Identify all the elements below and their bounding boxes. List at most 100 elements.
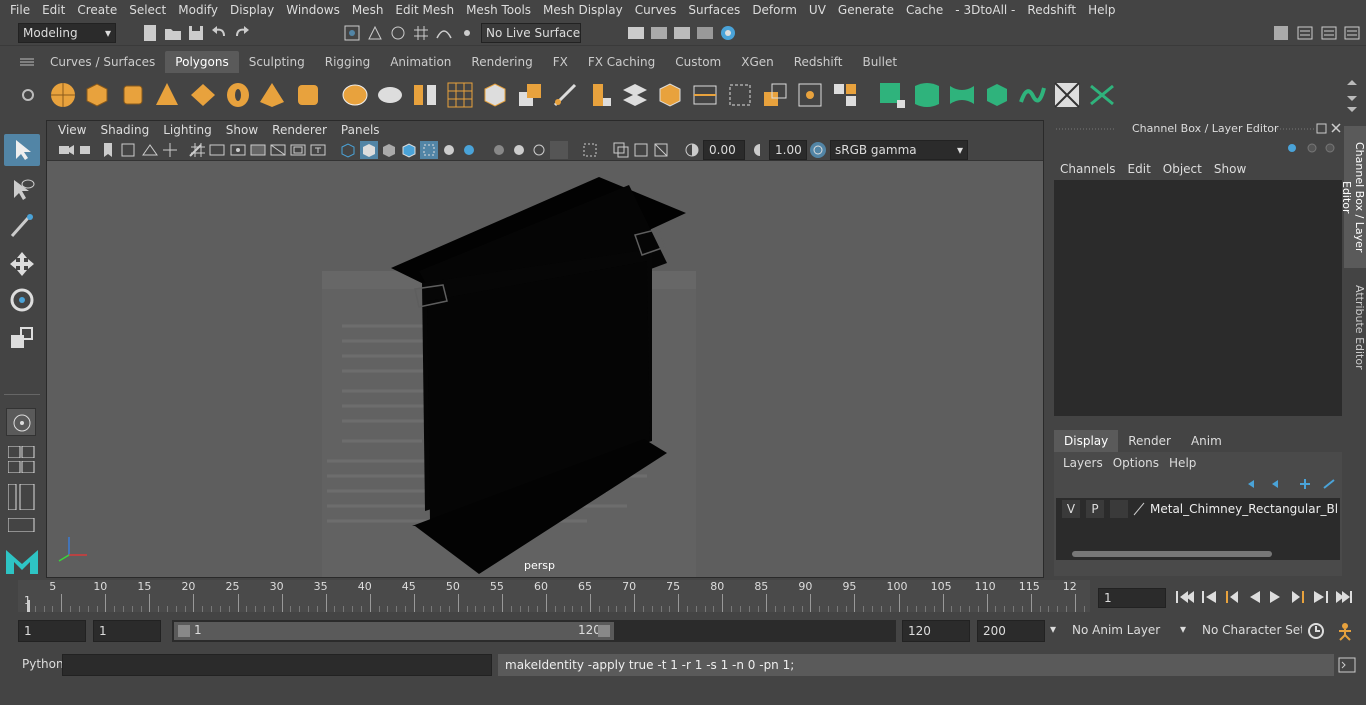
poly-sphere-icon[interactable] [48,80,78,110]
hud-icon[interactable] [612,141,630,159]
layout-outliner-icon[interactable] [8,484,36,510]
layer-actions-icons[interactable] [1244,476,1340,492]
character-set-dropdown[interactable]: No Character Set [1198,620,1302,642]
menu-create[interactable]: Create [71,3,123,17]
layer-name[interactable]: Metal_Chimney_Rectangular_Black_001_mb_s… [1150,500,1338,518]
frame-all-icon[interactable] [632,141,650,159]
menu-3dtoall[interactable]: - 3DtoAll - [949,3,1021,17]
script-editor-icon[interactable] [1338,657,1356,673]
use-all-lights-icon[interactable] [460,141,478,159]
playback-end-field[interactable]: 120 [902,620,970,642]
gear-icon[interactable] [20,87,36,103]
menu-help[interactable]: Help [1082,3,1121,17]
tab-display[interactable]: Display [1054,430,1119,452]
show-menu[interactable]: Show [1208,160,1252,178]
menu-mesh-tools[interactable]: Mesh Tools [460,3,537,17]
snap-curve-icon[interactable] [435,24,453,42]
command-language-label[interactable]: Python [22,657,64,671]
menu-uv[interactable]: UV [803,3,832,17]
select-hierarchy-icon[interactable] [343,24,361,42]
mirror-icon[interactable] [410,80,440,110]
safe-title-icon[interactable] [309,141,327,159]
paint-select-tool-icon[interactable] [8,212,36,240]
range-start-grip[interactable] [178,625,190,637]
manipulator-icons[interactable] [1284,140,1340,156]
chevron-down-icon[interactable]: ▾ [1050,622,1056,636]
textured-icon[interactable] [440,141,458,159]
smooth-shade-icon[interactable] [360,141,378,159]
options-menu[interactable]: Options [1108,454,1164,472]
gamma-icon[interactable] [751,141,769,159]
extrude-icon[interactable] [515,80,545,110]
frame-selected-icon[interactable] [652,141,670,159]
rotate-tool-icon[interactable] [8,286,36,314]
wireframe-icon[interactable] [339,141,357,159]
scroll-thumb[interactable] [1072,551,1272,557]
menu-redshift[interactable]: Redshift [1021,3,1082,17]
scene-start-field[interactable]: 1 [18,620,86,642]
grid-icon[interactable] [189,141,207,159]
camera-attributes-icon[interactable] [78,141,96,159]
render-settings-icon[interactable] [696,24,714,42]
viewport-menu-panels[interactable]: Panels [334,123,387,137]
command-input[interactable] [62,654,492,676]
snap-grid-icon[interactable] [412,24,430,42]
time-ruler[interactable]: 5 10 15 20 25 30 35 40 45 50 55 60 65 70 75 80 85 90 95 100… [18,580,1090,612]
render-view-icon[interactable] [627,24,645,42]
menu-edit[interactable]: Edit [36,3,71,17]
menu-select[interactable]: Select [123,3,172,17]
shelf-tab-polygons[interactable]: Polygons [165,51,239,73]
undo-icon[interactable] [210,24,228,42]
automatic-mapping-icon[interactable] [795,80,825,110]
layout-two-pane-icon[interactable] [8,461,36,473]
modeling-toolkit-icon[interactable] [1296,24,1314,42]
menu-mesh[interactable]: Mesh [346,3,390,17]
bullet-soft-body-icon[interactable] [947,80,977,110]
layer-color-icon[interactable] [1132,502,1146,516]
layer-visibility-toggle[interactable]: V [1062,500,1080,518]
help-menu[interactable]: Help [1164,454,1201,472]
isolate-select-icon[interactable] [581,141,599,159]
render-frame-icon[interactable] [650,24,668,42]
chevron-down-icon[interactable]: ▾ [1180,622,1186,636]
bullet-cloth-icon[interactable] [982,80,1012,110]
multi-cut-icon[interactable] [550,80,580,110]
lasso-tool-icon[interactable] [8,176,36,204]
menu-cache[interactable]: Cache [900,3,949,17]
range-slider[interactable]: 1 120 [172,620,896,642]
float-panel-icon[interactable] [1316,122,1328,134]
time-slider[interactable]: 5 10 15 20 25 30 35 40 45 50 55 60 65 70 75 80 85 90 95 100… [0,580,1366,614]
default-material-icon[interactable] [380,141,398,159]
poly-torus-icon[interactable] [223,80,253,110]
pan-zoom-icon[interactable] [161,141,179,159]
bevel-icon[interactable] [585,80,615,110]
poly-cone-icon[interactable] [152,80,182,110]
mode-dropdown[interactable]: Modeling ▾ [18,23,116,43]
smooth-icon[interactable] [445,80,475,110]
viewport-menu-show[interactable]: Show [219,123,265,137]
channels-menu[interactable]: Channels [1054,160,1122,178]
anti-aliasing-icon[interactable] [550,141,568,159]
viewport-menu-view[interactable]: View [51,123,93,137]
animation-preferences-icon[interactable] [1334,621,1356,641]
resolution-gate-icon[interactable] [229,141,247,159]
menu-mesh-display[interactable]: Mesh Display [537,3,629,17]
open-scene-icon[interactable] [164,24,182,42]
average-vertices-icon[interactable] [480,80,510,110]
select-camera-icon[interactable] [57,141,75,159]
exposure-field[interactable]: 0.00 [703,140,745,160]
xray-icon[interactable] [420,141,438,159]
close-icon[interactable] [1330,122,1342,134]
bullet-rope-icon[interactable] [1017,80,1047,110]
viewport-menu-renderer[interactable]: Renderer [265,123,334,137]
menu-deform[interactable]: Deform [746,3,803,17]
single-pane-layout-button[interactable] [6,408,36,436]
insert-edge-loop-icon[interactable] [690,80,720,110]
motion-blur-icon[interactable] [530,141,548,159]
poly-cube-icon[interactable] [82,80,112,110]
range-end-grip[interactable] [598,625,610,637]
shelf-tab-rendering[interactable]: Rendering [461,51,542,73]
uv-editor-icon[interactable] [830,80,860,110]
menu-display[interactable]: Display [224,3,280,17]
layer-display-type-toggle[interactable] [1110,500,1128,518]
